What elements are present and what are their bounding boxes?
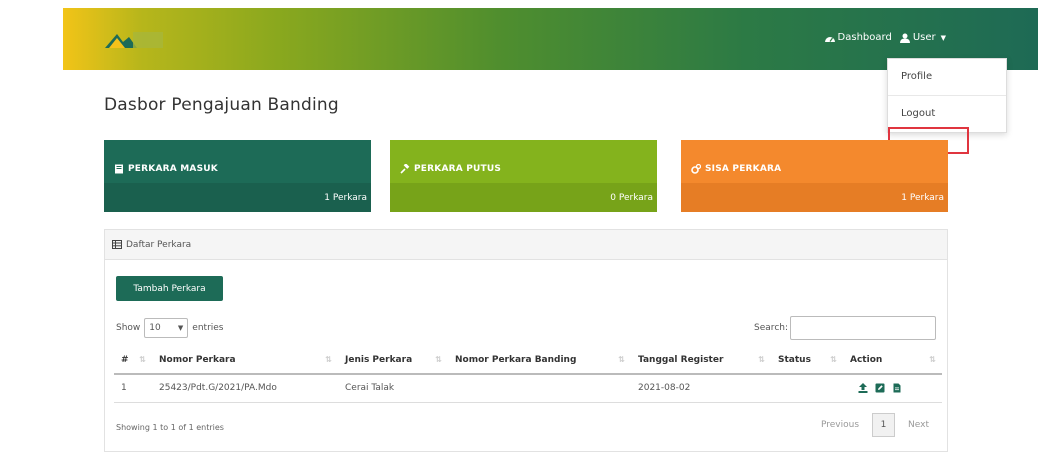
- cell-status: [771, 374, 843, 403]
- dashboard-icon: [824, 36, 835, 42]
- card-title: PERKARA PUTUS: [414, 164, 502, 174]
- page-length-control: Show 10 ▼ entries: [116, 318, 224, 338]
- table-header-row: # ⇅ Nomor Perkara ⇅ Jenis Perkara ⇅ Nomor P…: [114, 346, 942, 375]
- card-title: PERKARA MASUK: [128, 164, 218, 174]
- card-sisa-perkara: SISA PERKARA 1 Perkara: [681, 140, 948, 212]
- column-header-number[interactable]: # ⇅: [114, 346, 152, 375]
- dropdown-item-logout[interactable]: Logout: [888, 98, 1006, 130]
- pagination-page[interactable]: 1: [872, 413, 896, 437]
- user-dropdown-menu: Profile Logout: [887, 58, 1007, 133]
- user-icon: [899, 33, 910, 43]
- cell-nomor-banding: [448, 374, 631, 403]
- search-control: Search:: [754, 316, 936, 340]
- panel-header: Daftar Perkara: [105, 230, 947, 260]
- chevron-down-icon: ▼: [177, 324, 184, 332]
- nav-user-label: User: [912, 32, 936, 43]
- sort-icon: ⇅: [435, 355, 442, 364]
- card-title: SISA PERKARA: [705, 164, 782, 174]
- search-label: Search:: [754, 323, 788, 333]
- sort-icon: ⇅: [618, 355, 625, 364]
- sort-icon: ⇅: [929, 355, 936, 364]
- pagination-previous[interactable]: Previous: [808, 420, 872, 430]
- cell-jenis-perkara: Cerai Talak: [338, 374, 448, 403]
- cell-action: [843, 374, 942, 403]
- document-icon[interactable]: [892, 383, 902, 393]
- dropdown-item-profile[interactable]: Profile: [888, 61, 1006, 93]
- pagination-next[interactable]: Next: [895, 420, 936, 430]
- search-input[interactable]: [790, 316, 936, 340]
- pagination: Previous 1 Next: [808, 413, 936, 437]
- sort-icon: ⇅: [830, 355, 837, 364]
- show-label: Show: [116, 323, 141, 333]
- caret-down-icon: ▼: [940, 33, 946, 42]
- dropdown-divider: [888, 95, 1006, 96]
- card-perkara-putus: PERKARA PUTUS 0 Perkara: [390, 140, 657, 212]
- column-header-nomor-perkara[interactable]: Nomor Perkara ⇅: [152, 346, 338, 375]
- upload-icon[interactable]: [858, 383, 868, 394]
- edit-icon[interactable]: [875, 383, 885, 393]
- page-length-select[interactable]: 10 ▼: [144, 318, 189, 338]
- column-header-nomor-banding[interactable]: Nomor Perkara Banding ⇅: [448, 346, 631, 375]
- cell-tanggal-register: 2021-08-02: [631, 374, 771, 403]
- perkara-table: # ⇅ Nomor Perkara ⇅ Jenis Perkara ⇅ Nomor P…: [114, 346, 942, 403]
- cogs-icon: [691, 164, 701, 174]
- entries-label: entries: [192, 323, 224, 333]
- column-header-action[interactable]: Action ⇅: [843, 346, 942, 375]
- nav-user-menu[interactable]: User ▼: [899, 32, 946, 43]
- table-row: 1 25423/Pdt.G/2021/PA.Mdo Cerai Talak 20…: [114, 374, 942, 403]
- column-header-jenis-perkara[interactable]: Jenis Perkara ⇅: [338, 346, 448, 375]
- cell-nomor-perkara: 25423/Pdt.G/2021/PA.Mdo: [152, 374, 338, 403]
- nav-dashboard-link[interactable]: Dashboard: [824, 32, 892, 43]
- daftar-perkara-panel: Daftar Perkara Tambah Perkara Show 10 ▼ …: [104, 229, 948, 452]
- table-info: Showing 1 to 1 of 1 entries: [116, 423, 224, 432]
- card-count: 1 Perkara: [901, 192, 944, 203]
- page-title: Dasbor Pengajuan Banding: [104, 95, 339, 115]
- sort-icon: ⇅: [139, 355, 146, 364]
- card-perkara-masuk: PERKARA MASUK 1 Perkara: [104, 140, 371, 212]
- nav-dashboard-label: Dashboard: [837, 32, 892, 43]
- table-icon: [112, 240, 122, 249]
- column-header-tanggal-register[interactable]: Tanggal Register ⇅: [631, 346, 771, 375]
- book-icon: [115, 164, 123, 174]
- cell-number: 1: [114, 374, 152, 403]
- gavel-icon: [400, 164, 410, 174]
- sort-icon: ⇅: [758, 355, 765, 364]
- card-count: 0 Perkara: [610, 192, 653, 203]
- app-logo[interactable]: [103, 28, 165, 50]
- page-length-value: 10: [149, 323, 161, 333]
- sort-icon: ⇅: [325, 355, 332, 364]
- panel-title: Daftar Perkara: [126, 239, 192, 250]
- tambah-perkara-button[interactable]: Tambah Perkara: [116, 276, 223, 301]
- card-count: 1 Perkara: [324, 192, 367, 203]
- column-header-status[interactable]: Status ⇅: [771, 346, 843, 375]
